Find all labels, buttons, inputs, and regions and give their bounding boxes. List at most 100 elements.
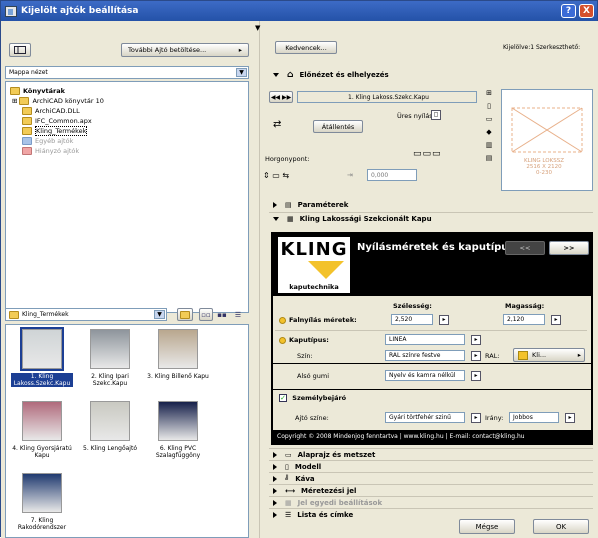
mirror-icon: ⇄ (273, 119, 282, 130)
object-thumbnail[interactable] (22, 473, 62, 513)
large-icons-button[interactable]: ▫▫ (199, 308, 213, 321)
tree-item-label: IFC_Common.apx (35, 117, 92, 125)
view-section-icon[interactable]: ▥ (486, 141, 493, 149)
view-3d-icon[interactable]: ◆ (486, 128, 491, 136)
ral-label: RAL: (485, 352, 500, 360)
window-title: Kijelölt ajtók beállítása (21, 6, 139, 16)
section-preview-title: Előnézet és elhelyezés (299, 71, 389, 79)
load-more-doors-button[interactable]: További Ajtó betöltése... ▸ (121, 43, 249, 57)
kling-subtitle: kaputechnika (289, 283, 339, 291)
section-header[interactable]: ╝ Káva (269, 472, 593, 484)
cancel-button[interactable]: Mégse (459, 519, 515, 534)
tree-item[interactable]: ArchiCAD.DLL (22, 106, 80, 116)
tree-item-label: Hiányzó ajtók (35, 147, 80, 155)
view-front-icon[interactable]: ▯ (487, 102, 491, 110)
tree-item-label: Könyvtárak (23, 87, 65, 95)
section-title: Méretezési jel (301, 486, 357, 495)
kling-rubber-area: Alsó gumi Nyelv és kamra nélkül ▸ (273, 364, 591, 389)
thumbnail-caption: 4. Kling Gyorsjáratú Kapu (12, 445, 72, 459)
object-thumbnail[interactable] (22, 401, 62, 441)
collapse-arrow-icon[interactable]: ▼ (255, 24, 260, 32)
kling-icon: ▦ (287, 214, 294, 223)
section-preview-header[interactable]: ⌂ Előnézet és elhelyezés (269, 69, 593, 81)
color-button[interactable]: ▸ (471, 351, 481, 361)
section-header[interactable]: ⟷ Méretezési jel (269, 484, 593, 496)
elevation-icons[interactable]: ⇕ ▭ ⇆ (263, 171, 289, 180)
list-view-button[interactable]: ☰ (231, 308, 245, 321)
ok-button[interactable]: OK (533, 519, 589, 534)
section-header[interactable]: ▯ Modell (269, 460, 593, 472)
expand-triangle-icon (273, 499, 277, 506)
view-plan-icon[interactable]: ⊞ (486, 89, 492, 97)
section-icon: ▭ (285, 450, 292, 459)
help-button[interactable]: ? (561, 4, 576, 18)
folder-up-button[interactable] (177, 308, 193, 321)
prev-next-object-buttons[interactable]: ◀◀ ▶▶ (269, 91, 293, 103)
dialog-window: Kijelölt ajtók beállítása ? X További Aj… (0, 0, 598, 538)
object-thumbnail[interactable] (158, 329, 198, 369)
expand-triangle-icon (273, 511, 277, 518)
anchor-points-icon[interactable]: ▭▭▭ (413, 149, 442, 159)
tree-item[interactable]: Egyéb ajtók (22, 136, 73, 146)
object-thumbnail[interactable] (158, 401, 198, 441)
chevron-right-icon: ▸ (577, 351, 581, 359)
section-params-header[interactable]: ▤ Paraméterek (269, 199, 593, 211)
view-mode-icon[interactable] (9, 43, 31, 57)
object-thumbnail[interactable] (90, 329, 130, 369)
folder-icon (22, 147, 32, 155)
folder-icon (22, 137, 32, 145)
section-header[interactable]: ▦ Jel egyedi beállítások (269, 496, 593, 508)
door-type-label: Kaputípus: (289, 336, 329, 344)
pass-color-select[interactable]: Gyári törtfehér szinű (385, 412, 465, 423)
view-mode-select[interactable]: Mappa nézet ▼ (5, 66, 249, 79)
ral-picker[interactable]: Kli... ▸ (513, 348, 585, 362)
tree-item[interactable]: Kling_Termékek (22, 126, 88, 136)
section-kling-header[interactable]: ▦ Kling Lakossági Szekcionált Kapu (269, 212, 593, 224)
chevron-down-icon: ▼ (236, 68, 247, 77)
opening-toggle-button[interactable]: ◻ (431, 110, 441, 120)
section-header[interactable]: ▭ Alaprajz és metszet (269, 448, 593, 460)
tree-item[interactable]: Könyvtárak (10, 86, 65, 96)
height-input[interactable]: 0,000 (367, 169, 417, 181)
tree-item[interactable]: Hiányzó ajtók (22, 146, 79, 156)
view-side-icon[interactable]: ▭ (486, 115, 493, 123)
object-thumbnail[interactable] (90, 401, 130, 441)
direction-select[interactable]: Jobbos (509, 412, 559, 423)
bottom-rubber-button[interactable]: ▸ (471, 371, 481, 381)
folder-icon (19, 97, 30, 105)
view-list-icon[interactable]: ▤ (486, 154, 493, 162)
next-page-button[interactable]: >> (549, 241, 589, 255)
folder-icon (22, 107, 32, 115)
pass-door-checkbox[interactable]: ✓ (279, 394, 287, 402)
opening-size-label: Falnyílás méretek: (289, 316, 357, 324)
pass-color-button[interactable]: ▸ (471, 413, 481, 423)
large-icons-icon: ▫▫ (201, 310, 211, 319)
bottom-rubber-select[interactable]: Nyelv és kamra nélkül (385, 370, 465, 381)
selection-info: Kijelölve:1 Szerkeszthető: (503, 44, 581, 51)
section-title: Jel egyedi beállítások (297, 498, 383, 507)
section-icon: ▦ (285, 498, 292, 507)
door-type-select[interactable]: LINEA (385, 334, 465, 345)
prev-page-button[interactable]: << (505, 241, 545, 255)
reflect-button[interactable]: Átállentés (313, 120, 363, 133)
width-input[interactable]: 2,520 (391, 314, 433, 325)
chevron-down-icon: ▼ (154, 310, 165, 319)
kling-logo-text: KLING (280, 239, 348, 260)
height-input[interactable]: 2,120 (503, 314, 545, 325)
expand-plus-icon[interactable]: ⊞ (12, 97, 17, 105)
favorites-button[interactable]: Kedvencek... (275, 41, 337, 54)
tree-item[interactable]: ⊞ ArchiCAD könyvtár 10 (12, 96, 104, 106)
folder-select[interactable]: Kling_Termékek ▼ (5, 308, 167, 321)
bullet-icon (279, 336, 286, 344)
width-step-button[interactable]: ▸ (439, 315, 449, 325)
color-select[interactable]: RAL színre festve (385, 350, 465, 361)
door-type-button[interactable]: ▸ (471, 335, 481, 345)
door-type-value: LINEA (389, 336, 407, 343)
height-step-button[interactable]: ▸ (551, 315, 561, 325)
object-thumbnail[interactable] (20, 327, 64, 371)
tree-item[interactable]: IFC_Common.apx (22, 116, 92, 126)
library-tree: Könyvtárak ⊞ ArchiCAD könyvtár 10 ArchiCAD.… (5, 81, 249, 313)
small-icons-button[interactable]: ▪▪ (215, 308, 229, 321)
direction-button[interactable]: ▸ (565, 413, 575, 423)
close-button[interactable]: X (579, 4, 594, 18)
